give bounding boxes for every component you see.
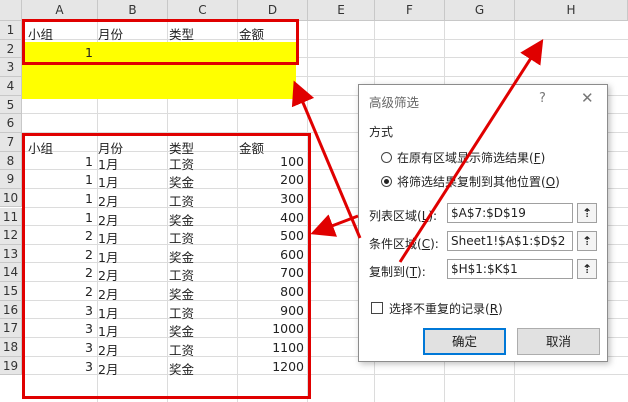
excel-window: ABCDEFGH 1 2 3 4 5 6 7 8 9 10 11 12 13 14 15 16 17 18 19 小…	[0, 0, 628, 402]
arrow-to-copy-dest	[398, 38, 544, 263]
arrow-to-criteria	[291, 80, 362, 239]
annotation-arrows	[291, 38, 544, 263]
arrow-to-list	[310, 214, 359, 237]
